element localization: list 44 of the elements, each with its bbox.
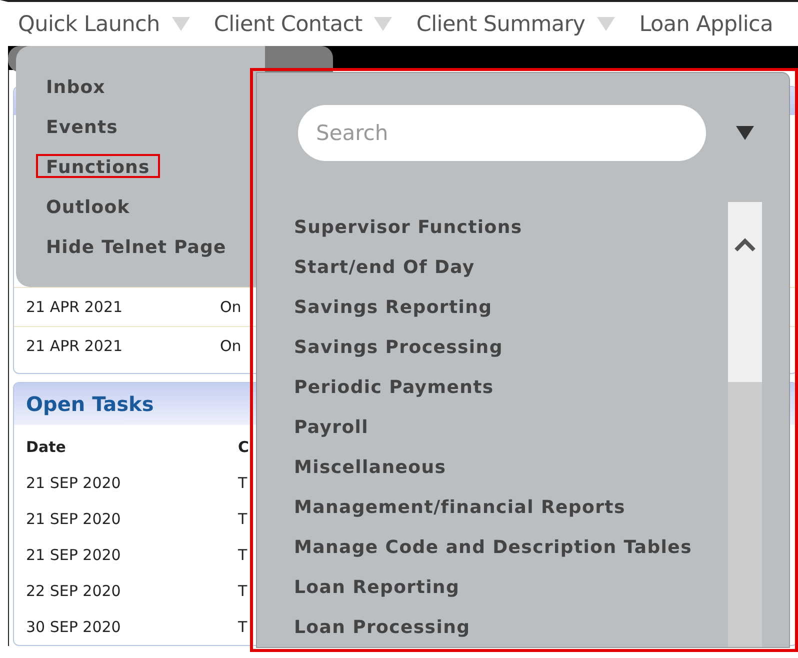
menu-item[interactable]: Hide Telnet Page: [36, 234, 236, 258]
table-cell-text: 21 APR 2021: [25, 298, 124, 316]
menu-item[interactable]: Payroll: [294, 416, 369, 440]
table-cell: T: [238, 618, 248, 636]
menu-item[interactable]: Inbox: [36, 74, 116, 98]
menu-item[interactable]: Supervisor Functions: [294, 216, 522, 240]
menu-item[interactable]: Events: [36, 114, 128, 138]
column-header: C: [238, 438, 250, 456]
menu-item[interactable]: Savings Processing: [294, 336, 503, 360]
table-cell: T: [238, 582, 248, 600]
dropdown-arrow-icon[interactable]: [172, 17, 190, 31]
menu-item[interactable]: Manage Code and Description Tables: [294, 536, 692, 560]
dropdown-arrow-icon[interactable]: [374, 17, 392, 31]
table-cell-text: 21 SEP 2020: [25, 474, 122, 492]
column-header: Date: [25, 438, 67, 456]
menu-item[interactable]: Start/end Of Day: [294, 256, 475, 280]
menu-item[interactable]: Loan Reporting: [294, 576, 460, 600]
table-cell: T: [238, 474, 248, 492]
table-cell-text: 21 APR 2021: [25, 337, 124, 355]
panel-title: Open Tasks: [26, 392, 154, 416]
nav-link[interactable]: Client Contact: [214, 12, 362, 36]
table-cell: On: [220, 337, 242, 355]
table-cell-text: 21 SEP 2020: [25, 546, 122, 564]
menu-item[interactable]: Functions: [36, 154, 160, 178]
search-field[interactable]: Search: [298, 105, 706, 161]
menu-item[interactable]: Outlook: [36, 194, 140, 218]
nav-link[interactable]: Loan Applica: [639, 12, 773, 36]
table-cell-text: 22 SEP 2020: [25, 582, 122, 600]
table-cell-text: 30 SEP 2020: [25, 618, 122, 636]
scroll-up-icon[interactable]: [734, 238, 756, 252]
table-cell-text: 21 SEP 2020: [25, 510, 122, 528]
menu-item[interactable]: Management/financial Reports: [294, 496, 626, 520]
menu-item[interactable]: Savings Reporting: [294, 296, 492, 320]
table-cell: T: [238, 546, 248, 564]
caret-icon[interactable]: [736, 126, 754, 140]
table-cell: On: [220, 298, 242, 316]
nav-link[interactable]: Quick Launch: [18, 12, 160, 36]
menu-item[interactable]: Miscellaneous: [294, 456, 446, 480]
scrollbar[interactable]: [728, 202, 762, 647]
nav-link[interactable]: Client Summary: [416, 12, 586, 36]
table-cell: T: [238, 510, 248, 528]
dropdown-arrow-icon[interactable]: [597, 17, 616, 31]
menu-item[interactable]: Periodic Payments: [294, 376, 494, 400]
menu-item[interactable]: Loan Processing: [294, 616, 470, 640]
